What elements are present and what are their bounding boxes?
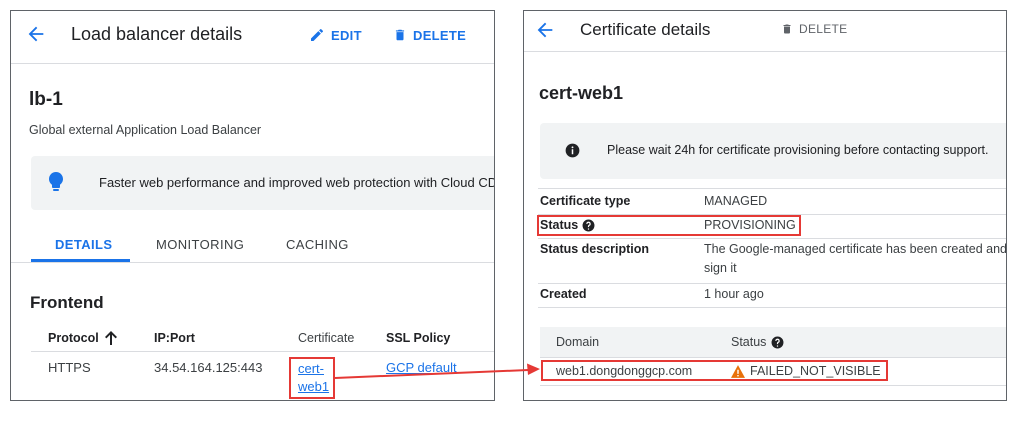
connector-arrow — [334, 363, 540, 379]
